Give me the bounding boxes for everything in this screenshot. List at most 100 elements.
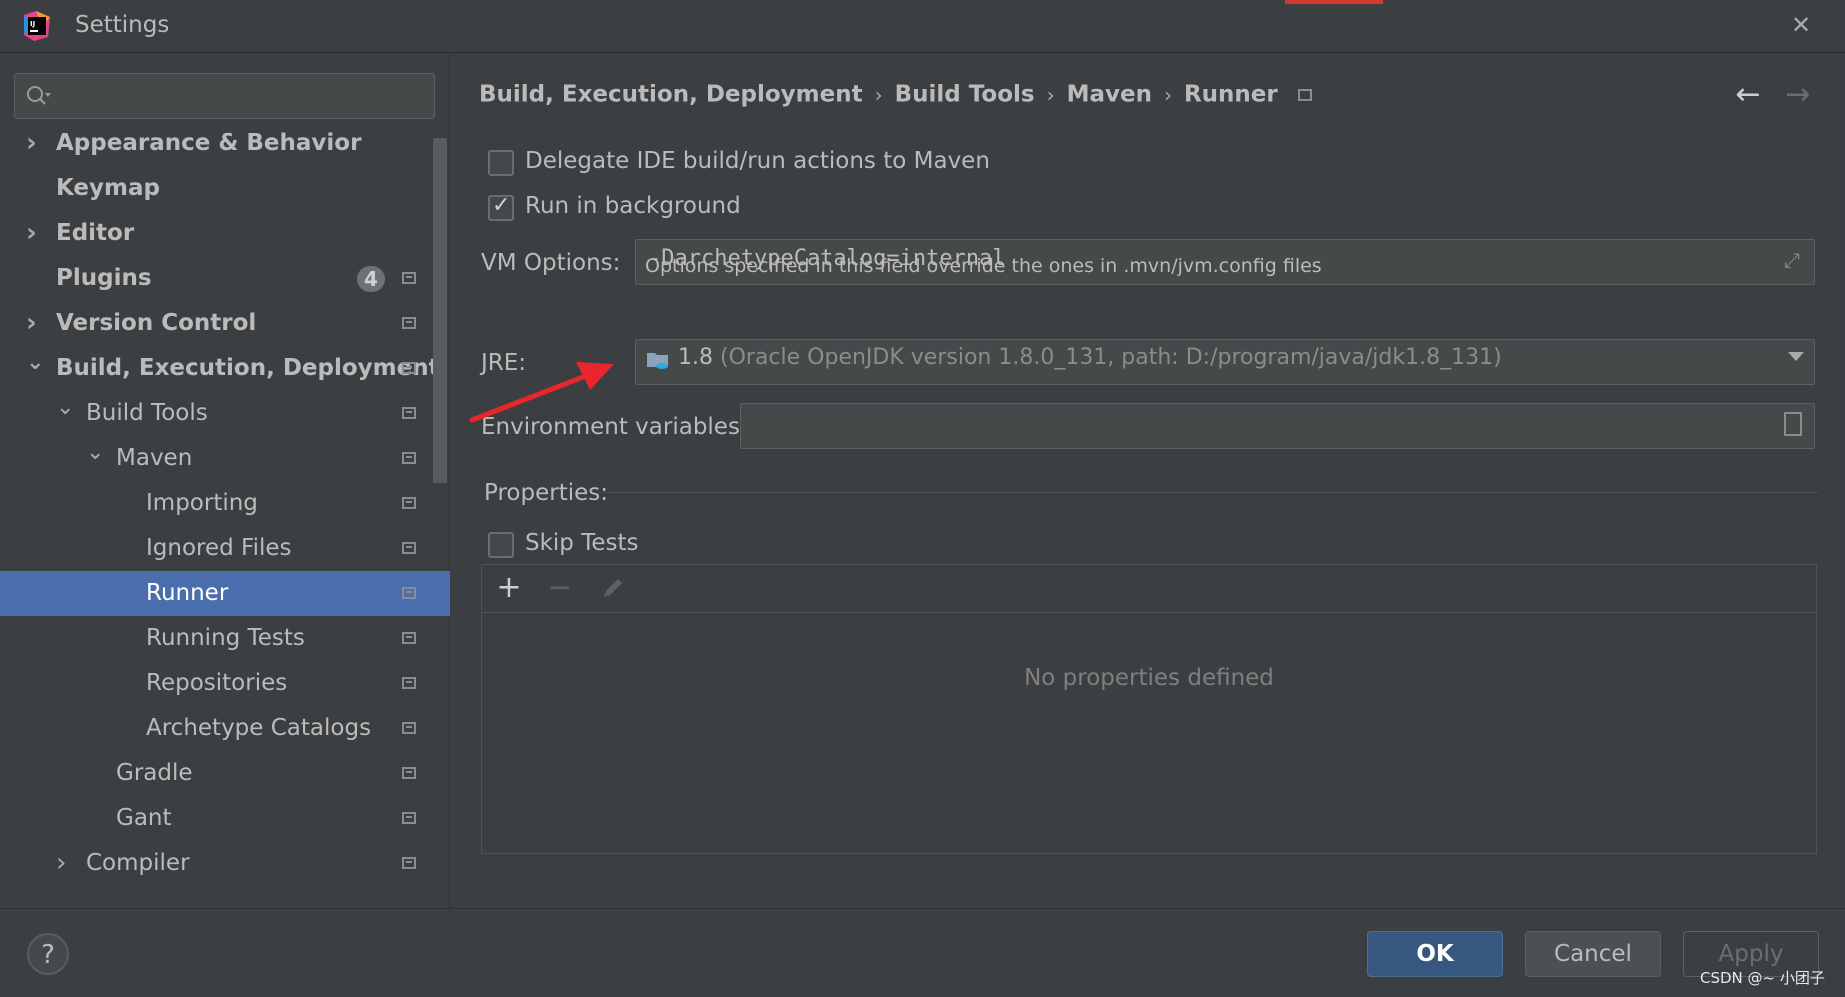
project-level-icon xyxy=(402,722,416,734)
breadcrumb: Build, Execution, Deployment › Build Tools… xyxy=(479,81,1312,113)
vm-options-hint: Options specified in this field override… xyxy=(645,255,1322,277)
svg-text:IJ: IJ xyxy=(30,20,35,28)
sidebar-item[interactable]: › Editor xyxy=(0,211,450,256)
properties-label: Properties: xyxy=(484,480,608,506)
breadcrumb-separator-icon: › xyxy=(1163,82,1172,107)
sidebar-item-label: Version Control xyxy=(56,310,257,336)
sidebar-item[interactable]: Runner xyxy=(0,571,450,616)
jre-detail: (Oracle OpenJDK version 1.8.0_131, path:… xyxy=(720,345,1502,370)
breadcrumb-item[interactable]: Build Tools xyxy=(895,82,1035,108)
project-level-icon xyxy=(402,317,416,329)
close-icon[interactable]: ✕ xyxy=(1786,10,1816,40)
sidebar-item[interactable]: Ignored Files xyxy=(0,526,450,571)
sidebar-item-label: Appearance & Behavior xyxy=(56,130,362,156)
runner-settings-panel: Build, Execution, Deployment › Build Tools… xyxy=(451,53,1845,908)
sidebar-item[interactable]: ⌄ Build Tools xyxy=(0,391,450,436)
settings-sidebar: › Appearance & Behavior Keymap › Editor Plugi… xyxy=(0,53,450,908)
skip-tests-checkbox[interactable] xyxy=(488,532,514,558)
sidebar-item-label: Archetype Catalogs xyxy=(146,715,372,741)
sidebar-item-label: Importing xyxy=(146,490,258,516)
add-icon[interactable]: + xyxy=(492,571,526,605)
delegate-build-checkbox[interactable] xyxy=(488,150,514,176)
chevron-down-icon[interactable]: ⌄ xyxy=(26,340,46,385)
sidebar-item-label: Runner xyxy=(146,580,229,606)
breadcrumb-item[interactable]: Build, Execution, Deployment xyxy=(479,82,863,108)
sidebar-item-label: Running Tests xyxy=(146,625,305,651)
plugins-update-badge: 4 xyxy=(357,266,385,292)
settings-search-input[interactable] xyxy=(14,73,435,119)
project-level-icon xyxy=(402,767,416,779)
project-level-icon xyxy=(402,542,416,554)
properties-separator xyxy=(604,492,1818,493)
title-accent-line xyxy=(1285,0,1383,4)
sidebar-item[interactable]: Importing xyxy=(0,481,450,526)
project-level-icon xyxy=(402,857,416,869)
project-level-icon xyxy=(402,362,416,374)
dialog-button-bar: ? OK Cancel Apply xyxy=(0,908,1845,997)
project-level-icon xyxy=(402,632,416,644)
sidebar-item[interactable]: Repositories xyxy=(0,661,450,706)
project-level-icon xyxy=(402,812,416,824)
sidebar-item[interactable]: Gant xyxy=(0,796,450,841)
project-level-icon xyxy=(402,272,416,284)
annotation-arrow-icon xyxy=(469,362,614,423)
edit-list-icon[interactable] xyxy=(1784,412,1802,436)
sidebar-item-label: Maven xyxy=(116,445,193,471)
env-variables-input[interactable] xyxy=(740,403,1815,449)
sidebar-item[interactable]: Archetype Catalogs xyxy=(0,706,450,751)
properties-table: + − No properties defined xyxy=(481,564,1817,854)
properties-toolbar: + − xyxy=(482,565,1816,613)
sidebar-item[interactable]: › Compiler xyxy=(0,841,450,886)
jre-select[interactable]: 1.8 (Oracle OpenJDK version 1.8.0_131, p… xyxy=(635,339,1815,385)
jre-version: 1.8 (Oracle OpenJDK version 1.8.0_131, p… xyxy=(678,345,1502,370)
breadcrumb-separator-icon: › xyxy=(874,82,883,107)
edit-pencil-icon[interactable] xyxy=(596,571,630,605)
sidebar-item-label: Ignored Files xyxy=(146,535,292,561)
cancel-button[interactable]: Cancel xyxy=(1525,931,1661,977)
project-level-icon xyxy=(402,497,416,509)
sidebar-item-label: Editor xyxy=(56,220,135,246)
delegate-build-label[interactable]: Delegate IDE build/run actions to Maven xyxy=(525,148,990,174)
project-level-icon xyxy=(402,407,416,419)
sidebar-item[interactable]: Plugins 4 xyxy=(0,256,450,301)
sidebar-item[interactable]: ⌄ Maven xyxy=(0,436,450,481)
chevron-right-icon[interactable]: › xyxy=(56,841,76,886)
skip-tests-label[interactable]: Skip Tests xyxy=(525,530,639,556)
sidebar-scrollbar[interactable] xyxy=(433,138,447,483)
intellij-logo-icon: IJ xyxy=(24,11,50,41)
remove-icon[interactable]: − xyxy=(543,571,577,605)
project-level-icon xyxy=(402,587,416,599)
sidebar-item-label: Gant xyxy=(116,805,172,831)
project-level-icon xyxy=(402,452,416,464)
search-icon xyxy=(27,86,51,105)
watermark-text: CSDN @~ 小团子 xyxy=(1700,969,1825,987)
sidebar-item-label: Repositories xyxy=(146,670,288,696)
ok-button[interactable]: OK xyxy=(1367,931,1503,977)
forward-arrow-icon[interactable]: → xyxy=(1778,75,1818,115)
expand-icon[interactable]: ⤢ xyxy=(1780,248,1804,272)
chevron-right-icon[interactable]: › xyxy=(26,211,46,256)
sidebar-item[interactable]: Keymap xyxy=(0,166,450,211)
chevron-right-icon[interactable]: › xyxy=(26,121,46,166)
breadcrumb-separator-icon: › xyxy=(1046,82,1055,107)
help-button[interactable]: ? xyxy=(27,933,69,975)
sidebar-item-label: Plugins xyxy=(56,265,152,291)
no-properties-text: No properties defined xyxy=(1024,665,1274,691)
back-arrow-icon[interactable]: ← xyxy=(1728,75,1768,115)
jre-version-number: 1.8 xyxy=(678,345,713,370)
sidebar-item[interactable]: › Appearance & Behavior xyxy=(0,121,450,166)
run-in-background-label[interactable]: Run in background xyxy=(525,193,741,219)
breadcrumb-item[interactable]: Maven xyxy=(1067,82,1152,108)
chevron-down-icon[interactable]: ⌄ xyxy=(56,385,76,430)
breadcrumb-item: Runner xyxy=(1183,81,1278,108)
sidebar-item-label: Build, Execution, Deployment xyxy=(56,355,440,381)
sidebar-item-label: Keymap xyxy=(56,175,160,201)
sidebar-item[interactable]: Running Tests xyxy=(0,616,450,661)
chevron-down-icon[interactable]: ⌄ xyxy=(86,430,106,475)
sidebar-item-label: Compiler xyxy=(86,850,190,876)
sidebar-item[interactable]: › Version Control xyxy=(0,301,450,346)
sidebar-item[interactable]: Gradle xyxy=(0,751,450,796)
dropdown-arrow-icon xyxy=(1788,352,1804,361)
run-in-background-checkbox[interactable] xyxy=(488,193,514,221)
window-title: Settings xyxy=(75,12,170,38)
